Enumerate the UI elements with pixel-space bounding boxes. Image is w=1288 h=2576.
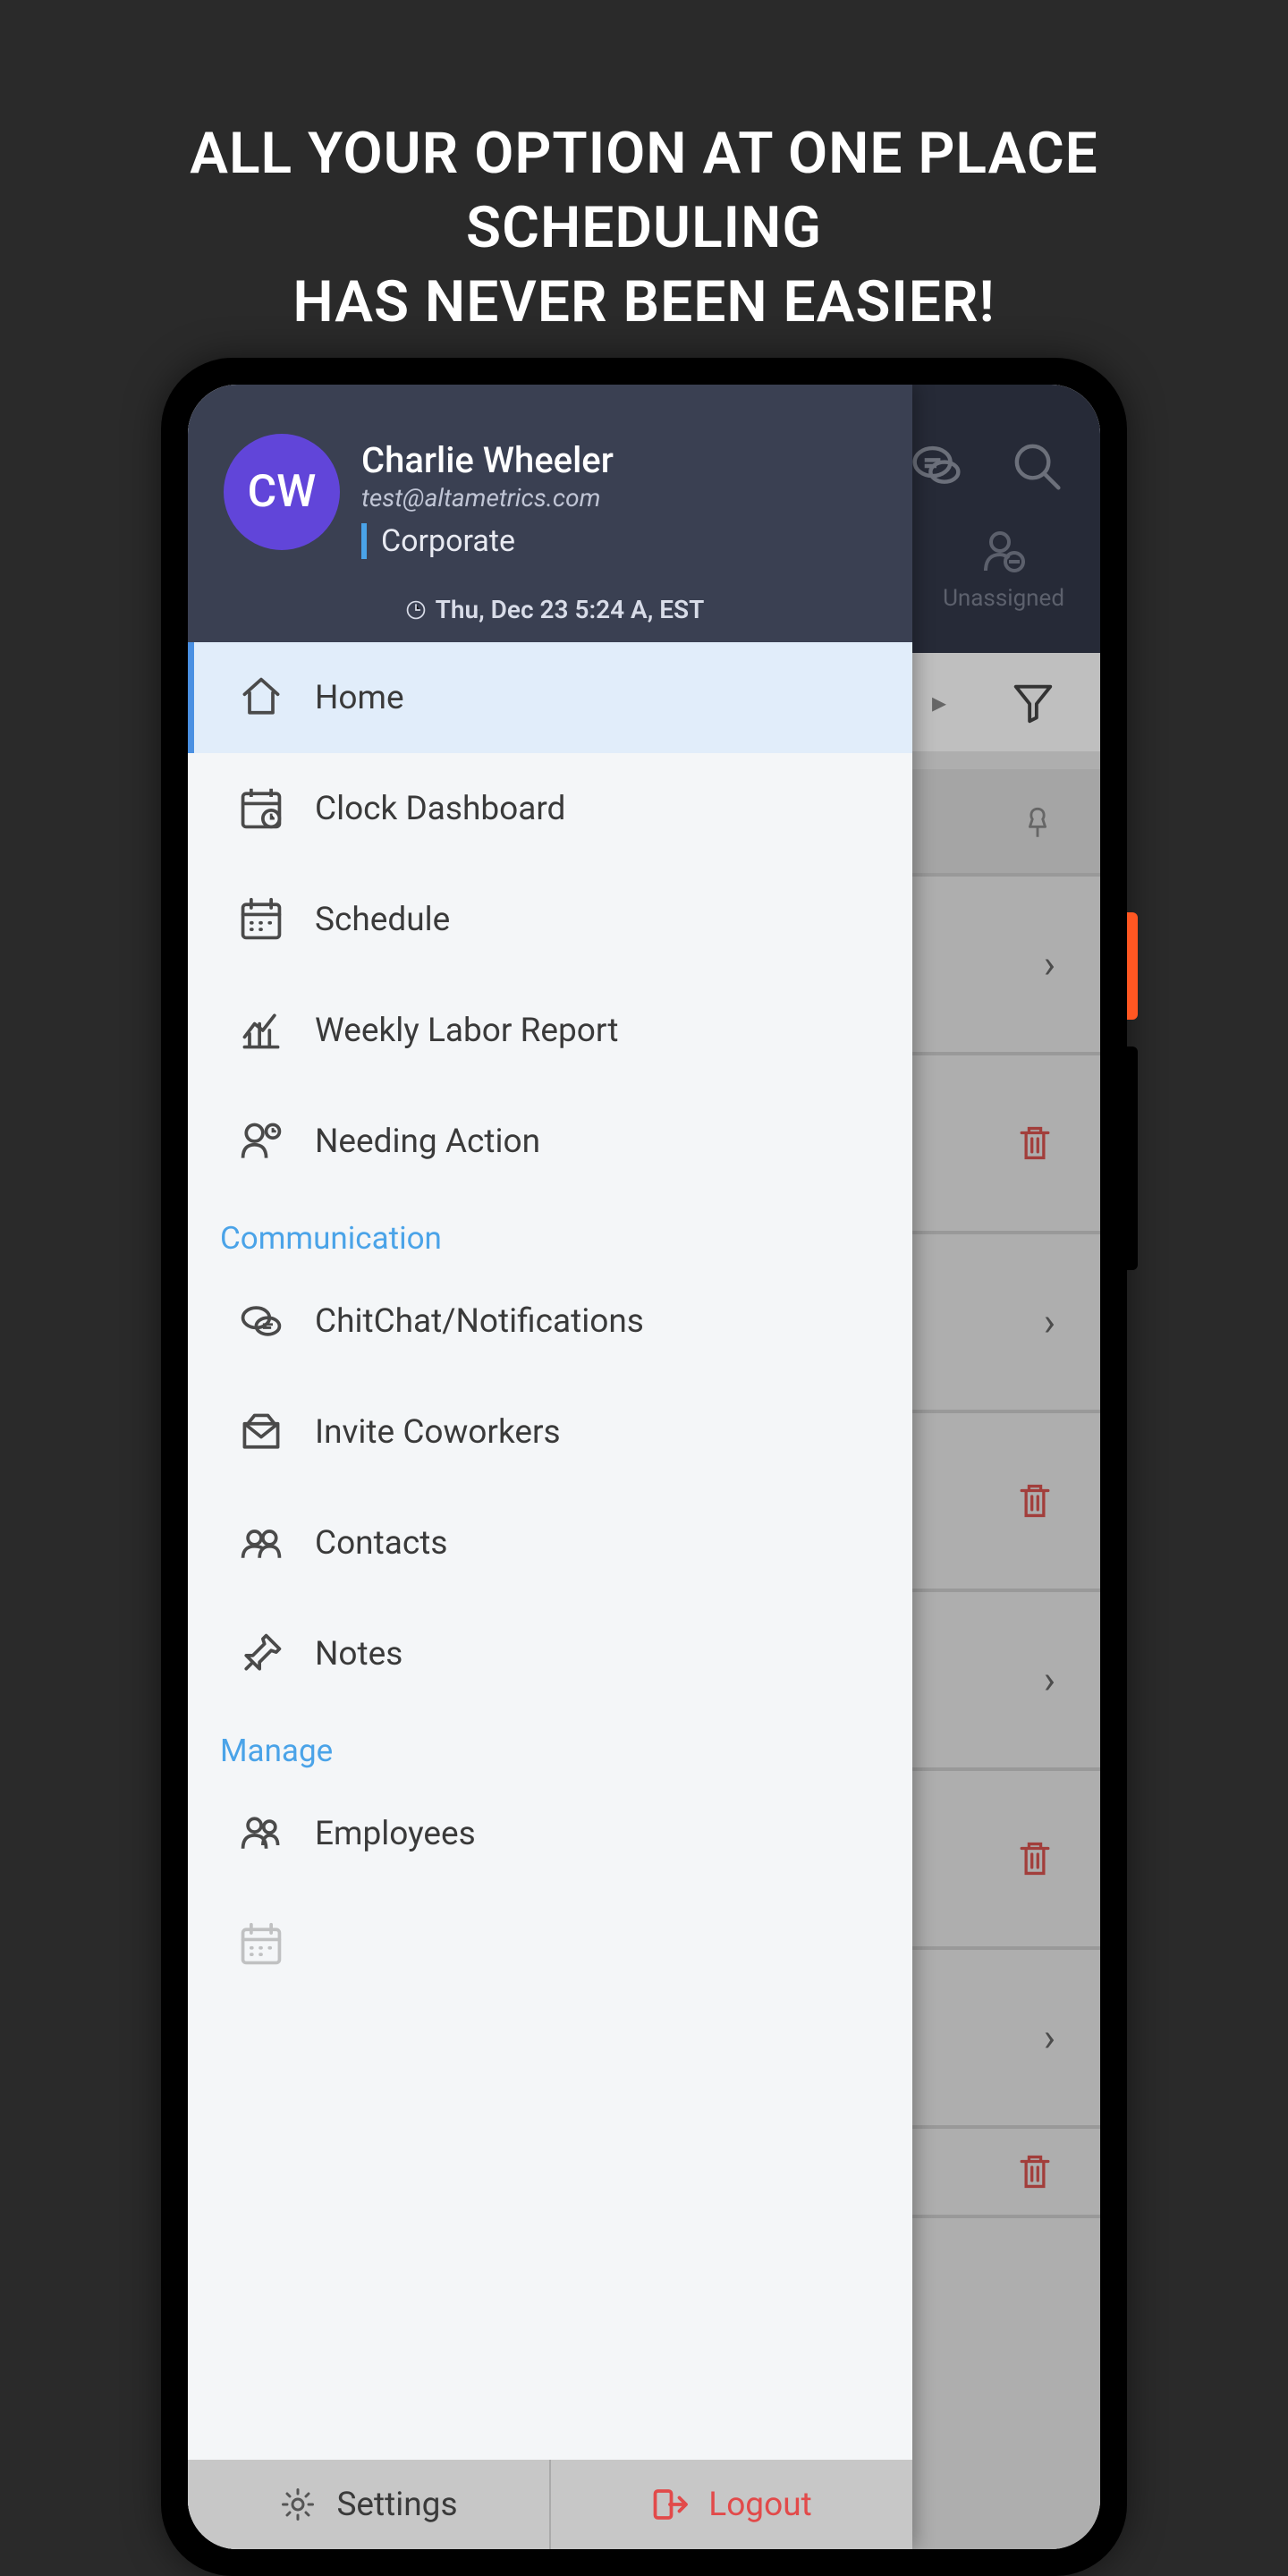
menu-contacts[interactable]: Contacts	[188, 1487, 912, 1598]
menu-invite-coworkers[interactable]: Invite Coworkers	[188, 1377, 912, 1487]
menu-label: Home	[315, 679, 404, 717]
timestamp: Thu, Dec 23 5:24 A, EST	[224, 595, 886, 624]
phone-frame: Unassigned ▸ › rs ›	[161, 358, 1127, 2576]
section-manage: Manage	[188, 1709, 912, 1778]
drawer-header: CW Charlie Wheeler test@altametrics.com …	[188, 385, 912, 642]
side-button-volume	[1127, 1046, 1138, 1270]
envelope-icon	[238, 1409, 284, 1455]
logout-button[interactable]: Logout	[549, 2460, 912, 2549]
menu-clock-dashboard[interactable]: Clock Dashboard	[188, 753, 912, 864]
chat-icon	[238, 1298, 284, 1344]
calendar-icon	[238, 896, 284, 943]
menu-schedule[interactable]: Schedule	[188, 864, 912, 975]
phone-screen: Unassigned ▸ › rs ›	[188, 385, 1100, 2549]
menu-needing-action[interactable]: Needing Action	[188, 1086, 912, 1197]
logout-label: Logout	[708, 2486, 811, 2524]
logout-icon	[651, 2486, 689, 2523]
avatar[interactable]: CW	[224, 434, 340, 550]
menu-notes[interactable]: Notes	[188, 1598, 912, 1709]
menu-label: Needing Action	[315, 1123, 540, 1161]
promo-headline: ALL YOUR OPTION AT ONE PLACE SCHEDULING …	[0, 0, 1288, 340]
settings-button[interactable]: Settings	[188, 2460, 549, 2549]
settings-label: Settings	[336, 2486, 457, 2524]
menu-label: Notes	[315, 1635, 402, 1674]
user-email: test@altametrics.com	[361, 483, 614, 513]
drawer-footer: Settings Logout	[188, 2460, 912, 2549]
gear-icon	[279, 2486, 317, 2523]
drawer-menu: Home Clock Dashboard Schedule Weekly Lab…	[188, 642, 912, 2460]
user-name: Charlie Wheeler	[361, 439, 614, 481]
section-communication: Communication	[188, 1197, 912, 1266]
clock-icon	[405, 599, 427, 621]
menu-employees[interactable]: Employees	[188, 1778, 912, 1889]
side-button-power	[1127, 912, 1138, 1020]
calendar-icon	[238, 1921, 284, 1968]
pin-icon	[238, 1631, 284, 1677]
clock-dashboard-icon	[238, 785, 284, 832]
contacts-icon	[238, 1520, 284, 1566]
chart-icon	[238, 1007, 284, 1054]
employees-icon	[238, 1810, 284, 1857]
menu-chitchat[interactable]: ChitChat/Notifications	[188, 1266, 912, 1377]
menu-more[interactable]	[188, 1889, 912, 1977]
menu-label: ChitChat/Notifications	[315, 1302, 644, 1341]
user-role: Corporate	[361, 523, 614, 559]
menu-label: Weekly Labor Report	[315, 1012, 618, 1050]
menu-home[interactable]: Home	[188, 642, 912, 753]
home-icon	[238, 674, 284, 721]
menu-weekly-labor-report[interactable]: Weekly Labor Report	[188, 975, 912, 1086]
menu-label: Contacts	[315, 1524, 447, 1563]
menu-label: Clock Dashboard	[315, 790, 565, 828]
menu-label: Invite Coworkers	[315, 1413, 561, 1452]
person-action-icon	[238, 1118, 284, 1165]
menu-label: Employees	[315, 1815, 476, 1853]
menu-label: Schedule	[315, 901, 450, 939]
navigation-drawer: CW Charlie Wheeler test@altametrics.com …	[188, 385, 912, 2549]
